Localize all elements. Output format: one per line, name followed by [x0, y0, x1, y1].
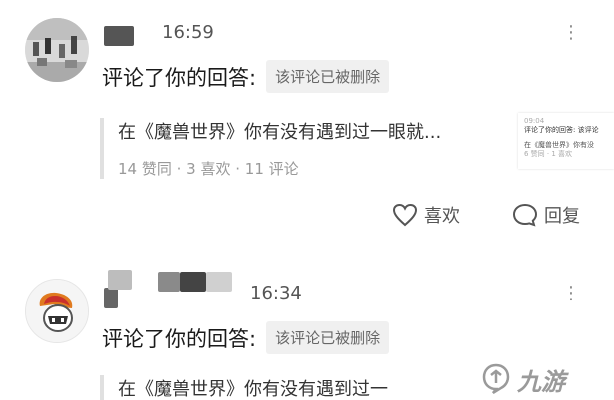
comment-bubble-icon: [512, 203, 538, 227]
notification-headline: 评论了你的回答: 该评论已被删除: [102, 321, 390, 354]
more-options-icon[interactable]: ⋮: [562, 22, 581, 43]
quoted-answer[interactable]: 在《魔兽世界》你有没有遇到过一眼就... 14 赞同 · 3 喜欢 · 11 评…: [100, 118, 441, 179]
status-badge: 该评论已被删除: [266, 321, 390, 354]
action-text: 评论了你的回答:: [102, 326, 257, 351]
like-button[interactable]: 喜欢: [392, 202, 460, 228]
timestamp: 16:34: [250, 283, 302, 304]
thumbnail-line1: 评论了你的回答:: [524, 126, 576, 134]
avatar[interactable]: [25, 279, 89, 343]
watermark: 九游: [430, 358, 614, 400]
quoted-answer-title[interactable]: 在《魔兽世界》你有没有遇到过一: [118, 375, 388, 400]
watermark-logo-icon: [482, 363, 510, 395]
avatar[interactable]: [25, 18, 89, 82]
quoted-answer-title[interactable]: 在《魔兽世界》你有没有遇到过一眼就...: [118, 118, 441, 144]
answer-thumbnail[interactable]: 09:04 评论了你的回答: 该评论 在《魔兽世界》你有没 6 赞同 · 1 喜…: [518, 113, 614, 169]
timestamp: 16:59: [162, 22, 214, 43]
robot-avatar-icon: [26, 280, 88, 342]
reply-button[interactable]: 回复: [512, 202, 580, 228]
like-label: 喜欢: [424, 206, 460, 227]
thumbnail-tag: 该评论: [577, 126, 599, 134]
avatar-photo: [25, 18, 89, 82]
thumbnail-time: 09:04: [524, 117, 545, 125]
thumbnail-line2: 在《魔兽世界》你有没: [524, 141, 594, 149]
status-badge: 该评论已被删除: [266, 60, 390, 93]
quoted-answer[interactable]: 在《魔兽世界》你有没有遇到过一: [100, 375, 388, 400]
reply-label: 回复: [544, 206, 580, 227]
quoted-answer-stats: 14 赞同 · 3 喜欢 · 11 评论: [118, 160, 299, 178]
username-blurred[interactable]: [104, 26, 134, 46]
thumbnail-line3: 6 赞同 · 1 喜欢: [524, 150, 573, 158]
notification-headline: 评论了你的回答: 该评论已被删除: [102, 60, 390, 93]
heart-icon: [392, 203, 418, 227]
watermark-text: 九游: [517, 367, 565, 396]
action-text: 评论了你的回答:: [102, 65, 257, 90]
username-blurred[interactable]: [104, 288, 118, 308]
